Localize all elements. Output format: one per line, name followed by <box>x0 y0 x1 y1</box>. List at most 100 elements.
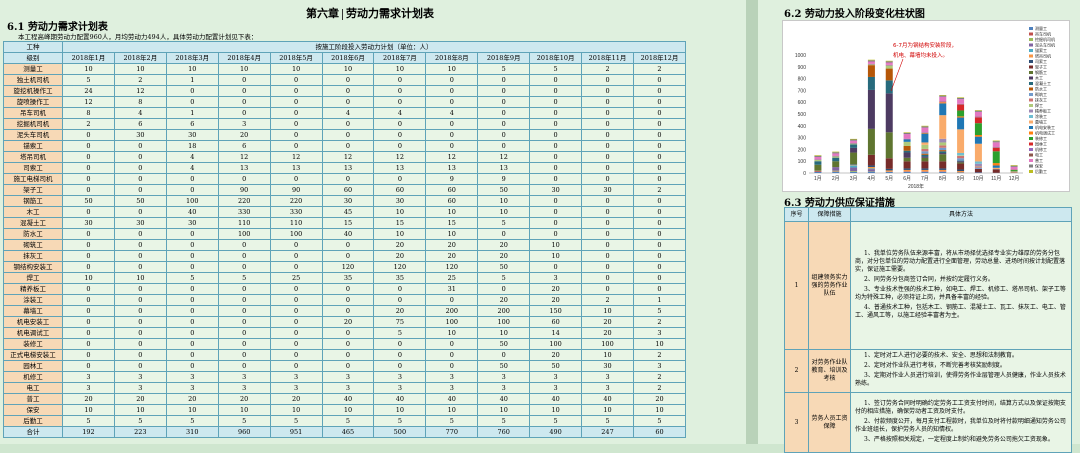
bar-segment <box>868 129 875 155</box>
worker-name-cell: 机电调试工 <box>4 328 63 339</box>
bar-segment <box>886 169 893 171</box>
x-tick-label: 1月 <box>814 176 822 182</box>
count-cell: 10 <box>426 229 478 240</box>
bar-segment <box>814 156 821 157</box>
count-cell: 0 <box>530 86 582 97</box>
bar-segment <box>886 66 893 69</box>
worker-name-cell: 旋挖机操作工 <box>4 86 63 97</box>
count-cell: 10 <box>63 273 115 284</box>
table-row: 塔吊司机004121212121212000 <box>4 152 686 163</box>
count-cell: 10 <box>114 273 166 284</box>
count-cell: 0 <box>633 218 685 229</box>
count-cell: 40 <box>478 394 530 405</box>
bar-segment <box>957 171 964 172</box>
count-cell: 40 <box>374 394 426 405</box>
count-cell: 13 <box>426 163 478 174</box>
count-cell: 10 <box>166 405 218 416</box>
supply-header-method: 具体方法 <box>851 208 1072 222</box>
table-row: 机电调试工0000005101014203 <box>4 328 686 339</box>
table-row: 泥头车司机030302000000000 <box>4 130 686 141</box>
legend-label: 混凝土工 <box>1035 80 1051 86</box>
count-cell: 3 <box>530 273 582 284</box>
legend-swatch <box>1029 82 1033 85</box>
count-cell: 2 <box>633 372 685 383</box>
bar-segment <box>868 65 875 66</box>
count-cell: 0 <box>530 75 582 86</box>
bar-segment <box>814 155 821 156</box>
count-cell: 0 <box>114 163 166 174</box>
header-month: 2018年4月 <box>218 53 270 64</box>
bar-segment <box>886 61 893 62</box>
count-cell: 3 <box>633 328 685 339</box>
bar-segment <box>975 172 982 173</box>
bar-segment <box>975 169 982 173</box>
bar-segment <box>814 157 821 159</box>
count-cell: 0 <box>114 262 166 273</box>
bar-segment <box>939 154 946 161</box>
legend-swatch <box>1029 126 1033 129</box>
count-cell: 0 <box>374 130 426 141</box>
count-cell: 0 <box>426 350 478 361</box>
method-item: 4、普通技术工种，包括木工、钢筋工、混凝土工、瓦工、抹灰工、电工、管工、通风工等… <box>855 304 1067 320</box>
bar-segment <box>850 139 857 140</box>
bar-segment <box>868 77 875 90</box>
count-cell: 40 <box>322 394 374 405</box>
count-cell: 10 <box>218 64 270 75</box>
table-row: 防水工0001001004010100000 <box>4 229 686 240</box>
legend-swatch <box>1029 159 1033 162</box>
bar-segment <box>904 142 911 146</box>
bar-segment <box>921 133 928 134</box>
count-cell: 20 <box>478 240 530 251</box>
labor-demand-table: 工种按施工阶段投入劳动力计划（单位：人）级别2018年1月2018年2月2018… <box>3 41 686 438</box>
legend-swatch <box>1029 115 1033 118</box>
count-cell: 0 <box>426 295 478 306</box>
legend-label: 砌筑工 <box>1035 91 1047 97</box>
bar-segment <box>975 161 982 163</box>
count-cell: 2 <box>633 350 685 361</box>
x-tick-label: 5月 <box>885 176 893 182</box>
count-cell: 20 <box>374 240 426 251</box>
count-cell: 4 <box>166 152 218 163</box>
header-month: 2018年5月 <box>270 53 322 64</box>
bar-segment <box>993 168 1000 169</box>
count-cell: 0 <box>218 317 270 328</box>
count-cell: 0 <box>374 339 426 350</box>
count-cell: 3 <box>478 372 530 383</box>
count-cell: 30 <box>114 218 166 229</box>
count-cell: 50 <box>478 262 530 273</box>
count-cell: 0 <box>63 262 115 273</box>
bar-segment <box>975 117 982 123</box>
count-cell: 0 <box>582 141 634 152</box>
bar-segment <box>886 69 893 81</box>
bar-segment <box>1011 166 1018 167</box>
bar-segment <box>921 157 928 158</box>
count-cell: 465 <box>322 427 374 438</box>
count-cell: 0 <box>114 306 166 317</box>
count-cell: 0 <box>63 152 115 163</box>
worker-name-cell: 装修工 <box>4 339 63 350</box>
count-cell: 0 <box>322 86 374 97</box>
bar-segment <box>939 142 946 145</box>
legend-swatch <box>1029 88 1033 91</box>
table-row: 幕墙工00000020200200150105 <box>4 306 686 317</box>
count-cell: 3 <box>218 119 270 130</box>
count-cell: 30 <box>374 196 426 207</box>
count-cell: 10 <box>218 405 270 416</box>
count-cell: 0 <box>530 218 582 229</box>
table-row: 木工004033033045101010000 <box>4 207 686 218</box>
count-cell: 40 <box>530 394 582 405</box>
count-cell: 0 <box>114 185 166 196</box>
count-cell: 10 <box>63 405 115 416</box>
labor-bar-chart: 010020030040050060070080090010001月2月3月4月… <box>782 20 1070 192</box>
count-cell: 3 <box>218 383 270 394</box>
count-cell: 0 <box>530 163 582 174</box>
table-row: 抹灰工0000002020201000 <box>4 251 686 262</box>
count-cell: 0 <box>478 284 530 295</box>
legend-label: 保安 <box>1035 163 1043 169</box>
count-cell: 5 <box>478 64 530 75</box>
legend-label: 幕墙工 <box>1035 119 1047 125</box>
count-cell: 0 <box>530 108 582 119</box>
count-cell: 12 <box>63 97 115 108</box>
bar-segment <box>1011 172 1018 173</box>
bar-segment <box>921 149 928 151</box>
